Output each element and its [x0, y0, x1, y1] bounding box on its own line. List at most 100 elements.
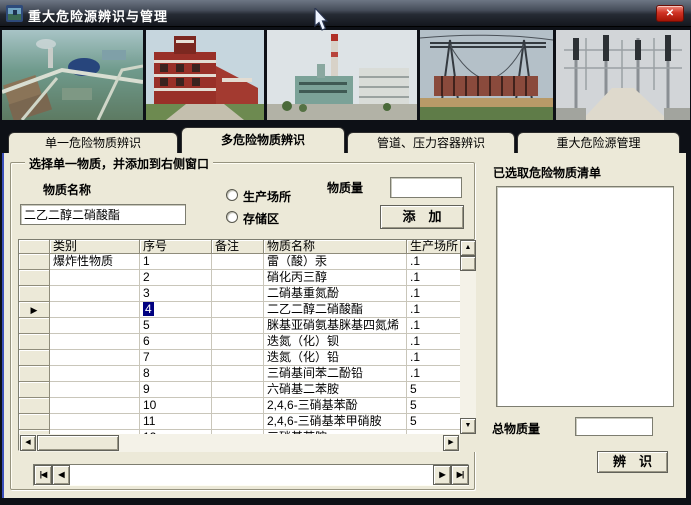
selected-substances-listbox[interactable] — [496, 186, 674, 407]
seq-cell[interactable]: 6 — [140, 334, 212, 350]
substance-name-cell[interactable]: 2,4,6-三硝基苯酚 — [264, 398, 407, 414]
category-cell[interactable] — [50, 398, 140, 414]
grid-row[interactable]: 2 硝化丙三醇.1 — [19, 270, 460, 286]
scroll-down-icon[interactable]: ▼ — [460, 418, 476, 434]
site-amount-cell[interactable]: 5 — [407, 382, 460, 398]
seq-cell[interactable]: 4 — [140, 302, 212, 318]
tab-pipe-vessel[interactable]: 管道、压力容器辨识 — [347, 132, 515, 153]
category-cell[interactable] — [50, 382, 140, 398]
identify-button[interactable]: 辨 识 — [597, 451, 668, 473]
seq-cell[interactable]: 11 — [140, 414, 212, 430]
scroll-up-icon[interactable]: ▲ — [460, 240, 476, 256]
scroll-left-icon[interactable]: ◀ — [20, 435, 36, 451]
grid-vertical-scrollbar[interactable]: ▲ ▼ — [460, 240, 476, 434]
category-cell[interactable]: 爆炸性物质 — [50, 254, 140, 270]
substance-name-cell[interactable]: 2,4,6-三硝基苯甲硝胺 — [264, 414, 407, 430]
site-amount-cell[interactable]: .1 — [407, 334, 460, 350]
note-cell[interactable] — [212, 382, 264, 398]
category-cell[interactable] — [50, 270, 140, 286]
tab-hazard-management[interactable]: 重大危险源管理 — [517, 132, 680, 153]
seq-cell[interactable]: 3 — [140, 286, 212, 302]
seq-cell[interactable]: 1 — [140, 254, 212, 270]
row-selector-cell[interactable] — [19, 334, 50, 350]
note-cell[interactable] — [212, 414, 264, 430]
site-amount-cell[interactable]: .1 — [407, 350, 460, 366]
note-cell[interactable] — [212, 350, 264, 366]
seq-cell[interactable]: 5 — [140, 318, 212, 334]
tab-single-substance[interactable]: 单一危险物质辨识 — [8, 132, 178, 153]
site-amount-cell[interactable]: 5 — [407, 398, 460, 414]
note-cell[interactable] — [212, 334, 264, 350]
substance-name-input[interactable] — [20, 204, 186, 225]
site-amount-cell[interactable]: .1 — [407, 318, 460, 334]
site-amount-cell[interactable]: .1 — [407, 286, 460, 302]
row-selector-cell[interactable]: ▶ — [19, 302, 50, 318]
substance-name-cell[interactable]: 脒基亚硝氨基脒基四氮烯 — [264, 318, 407, 334]
row-selector-cell[interactable] — [19, 270, 50, 286]
production-site-radio[interactable] — [226, 189, 238, 201]
site-amount-cell[interactable]: .1 — [407, 254, 460, 270]
seq-cell[interactable]: 10 — [140, 398, 212, 414]
add-button[interactable]: 添 加 — [380, 205, 464, 229]
category-cell[interactable] — [50, 302, 140, 318]
site-amount-cell[interactable]: .1 — [407, 302, 460, 318]
row-selector-cell[interactable] — [19, 286, 50, 302]
grid-row[interactable]: ▶ 4 二乙二醇二硝酸酯.1 — [19, 302, 460, 318]
seq-cell[interactable]: 2 — [140, 270, 212, 286]
row-selector-cell[interactable] — [19, 254, 50, 270]
tab-multi-substance[interactable]: 多危险物质辨识 — [181, 127, 345, 153]
storage-area-radio[interactable] — [226, 211, 238, 223]
note-cell[interactable] — [212, 254, 264, 270]
grid-row[interactable]: 7 迭氮（化）铅.1 — [19, 350, 460, 366]
substance-name-cell[interactable]: 迭氮（化）钡 — [264, 334, 407, 350]
substance-name-cell[interactable]: 六硝基二苯胺 — [264, 382, 407, 398]
total-quantity-input[interactable] — [575, 417, 653, 436]
grid-row[interactable]: 11 2,4,6-三硝基苯甲硝胺5 — [19, 414, 460, 430]
substance-name-cell[interactable]: 迭氮（化）铅 — [264, 350, 407, 366]
row-selector-cell[interactable] — [19, 318, 50, 334]
category-cell[interactable] — [50, 334, 140, 350]
note-cell[interactable] — [212, 270, 264, 286]
note-cell[interactable] — [212, 318, 264, 334]
category-cell[interactable] — [50, 414, 140, 430]
row-selector-cell[interactable] — [19, 366, 50, 382]
production-site-radio-label[interactable]: 生产场所 — [243, 188, 291, 205]
grid-row[interactable]: 3 二硝基重氮酚.1 — [19, 286, 460, 302]
grid-horizontal-scrollbar[interactable]: ◀ ▶ — [19, 434, 460, 452]
row-selector-cell[interactable] — [19, 414, 50, 430]
grid-row[interactable]: 10 2,4,6-三硝基苯酚5 — [19, 398, 460, 414]
storage-area-radio-label[interactable]: 存储区 — [243, 210, 279, 227]
substance-name-cell[interactable]: 三硝基间苯二酚铅 — [264, 366, 407, 382]
previous-record-button[interactable]: ◀ — [52, 465, 70, 485]
note-cell[interactable] — [212, 302, 264, 318]
substance-name-cell[interactable]: 硝化丙三醇 — [264, 270, 407, 286]
grid-row[interactable]: 5 脒基亚硝氨基脒基四氮烯.1 — [19, 318, 460, 334]
category-cell[interactable] — [50, 350, 140, 366]
seq-cell[interactable]: 9 — [140, 382, 212, 398]
grid-row[interactable]: 6 迭氮（化）钡.1 — [19, 334, 460, 350]
last-record-button[interactable]: ▶| — [451, 465, 469, 485]
next-record-button[interactable]: ▶ — [433, 465, 451, 485]
site-amount-cell[interactable]: .1 — [407, 270, 460, 286]
grid-row[interactable]: 8三硝基间苯二酚铅.1 — [19, 366, 460, 382]
seq-cell[interactable]: 8 — [140, 366, 212, 382]
substance-name-cell[interactable]: 二硝基重氮酚 — [264, 286, 407, 302]
row-selector-cell[interactable] — [19, 398, 50, 414]
grid-row[interactable]: 爆炸性物质1 雷（酸）汞.1 — [19, 254, 460, 270]
quantity-input[interactable] — [390, 177, 462, 198]
row-selector-cell[interactable] — [19, 382, 50, 398]
note-cell[interactable] — [212, 286, 264, 302]
first-record-button[interactable]: |◀ — [34, 465, 52, 485]
horizontal-scroll-thumb[interactable] — [37, 435, 119, 451]
close-button[interactable]: ✕ — [656, 5, 684, 22]
substance-name-cell[interactable]: 二乙二醇二硝酸酯 — [264, 302, 407, 318]
category-cell[interactable] — [50, 366, 140, 382]
seq-cell[interactable]: 7 — [140, 350, 212, 366]
site-amount-cell[interactable]: 5 — [407, 414, 460, 430]
category-cell[interactable] — [50, 286, 140, 302]
note-cell[interactable] — [212, 366, 264, 382]
vertical-scroll-thumb[interactable] — [460, 256, 476, 271]
substance-name-cell[interactable]: 雷（酸）汞 — [264, 254, 407, 270]
row-selector-cell[interactable] — [19, 350, 50, 366]
note-cell[interactable] — [212, 398, 264, 414]
